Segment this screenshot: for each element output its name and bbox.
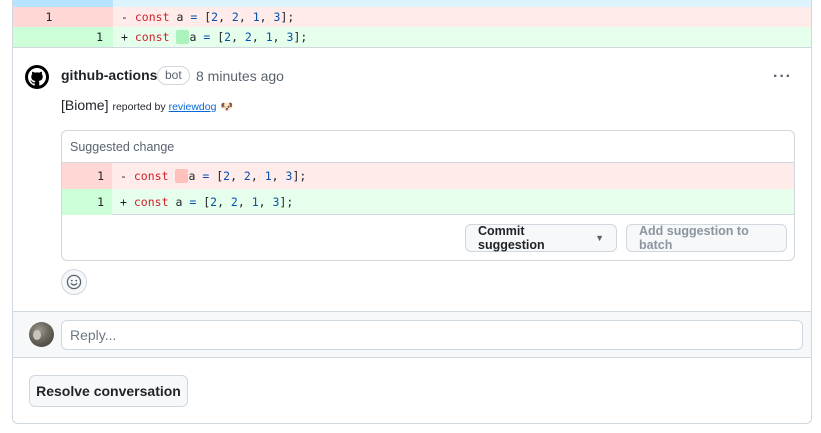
- line-number: 1: [62, 188, 112, 215]
- diff-code: - const a = [2, 2, 1, 3];: [121, 10, 295, 24]
- comment-timestamp[interactable]: 8 minutes ago: [196, 68, 284, 84]
- reply-input[interactable]: [61, 320, 803, 350]
- triangle-down-icon: ▼: [595, 233, 604, 243]
- old-line-number: [13, 27, 63, 47]
- kebab-horizontal-icon[interactable]: ···: [773, 68, 792, 86]
- diff-row-added: 1 + const a = [2, 2, 1, 3];: [13, 27, 811, 47]
- add-suggestion-to-batch-button[interactable]: Add suggestion to batch: [626, 224, 787, 252]
- reviewdog-link[interactable]: reviewdog: [169, 101, 217, 113]
- suggestion-actions: Commit suggestion ▼ Add suggestion to ba…: [62, 215, 794, 260]
- suggested-change-box: Suggested change 1 - const a = [2, 2, 1,…: [61, 130, 795, 261]
- comment-tag: [Biome]: [61, 97, 109, 113]
- suggestion-row-added: 1 + const a = [2, 2, 1, 3];: [62, 188, 794, 215]
- diff-code: + const a = [2, 2, 1, 3];: [121, 29, 308, 45]
- github-actions-avatar[interactable]: [25, 65, 49, 89]
- current-user-avatar: [29, 322, 54, 347]
- diff-code: - const a = [2, 2, 1, 3];: [120, 168, 307, 184]
- smiley-icon: [66, 274, 82, 290]
- reported-by-text: reported by: [112, 101, 166, 113]
- comment-author[interactable]: github-actions: [61, 67, 157, 83]
- comment-body: [Biome] reported by reviewdog 🐶: [61, 97, 233, 113]
- add-reaction-button[interactable]: [61, 269, 87, 295]
- line-number: 1: [62, 163, 112, 189]
- github-mark-icon: [28, 68, 46, 86]
- divider: [13, 47, 811, 48]
- bot-badge: bot: [157, 66, 190, 85]
- dog-emoji-icon: 🐶: [220, 102, 233, 113]
- new-line-number: [63, 7, 113, 27]
- commit-suggestion-button[interactable]: Commit suggestion ▼: [465, 224, 617, 252]
- new-line-number: 1: [63, 27, 113, 47]
- added-whitespace-highlight: [176, 30, 190, 45]
- suggestion-row-deleted: 1 - const a = [2, 2, 1, 3];: [62, 163, 794, 189]
- suggested-change-header: Suggested change: [62, 131, 794, 163]
- resolve-conversation-button[interactable]: Resolve conversation: [29, 375, 188, 407]
- diff-code: + const a = [2, 2, 1, 3];: [120, 194, 294, 209]
- diff-row-deleted: 1 - const a = [2, 2, 1, 3];: [13, 7, 811, 27]
- diff-hunk-header: [13, 0, 811, 7]
- removed-whitespace-highlight: [175, 169, 189, 184]
- old-line-number: 1: [13, 7, 63, 27]
